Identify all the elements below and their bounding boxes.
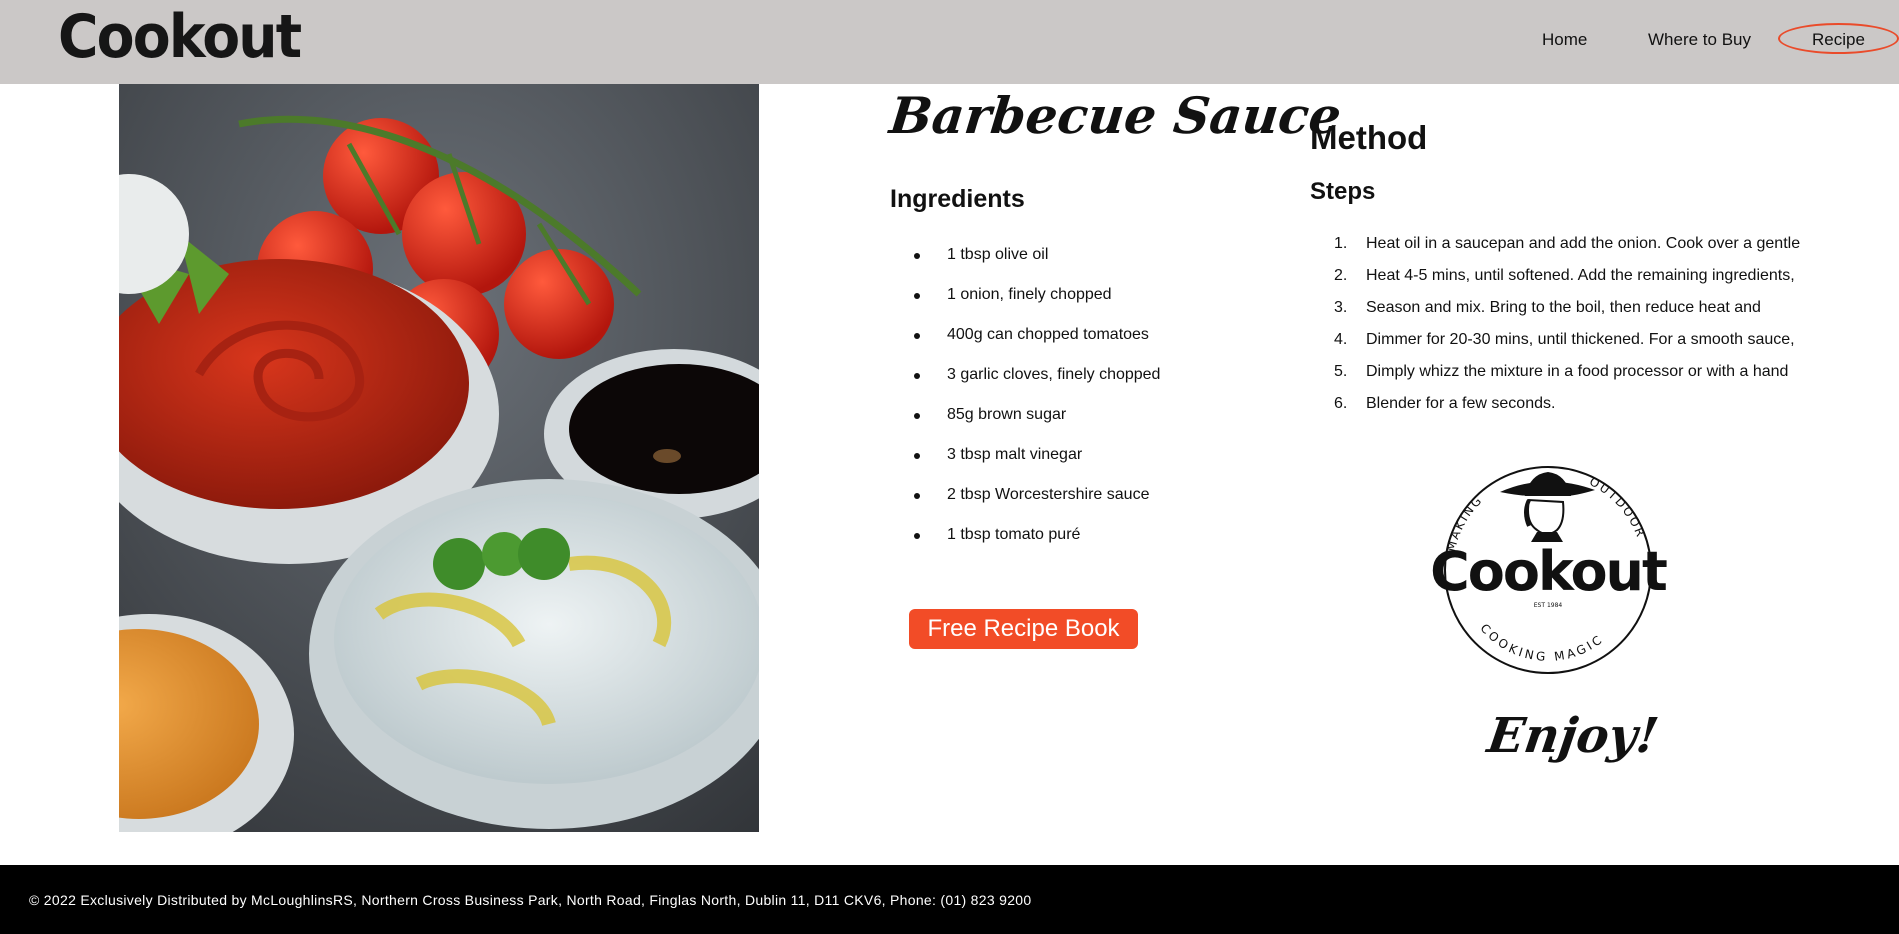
bullet-icon — [914, 373, 920, 379]
step-item: 4. Dimmer for 20-30 mins, until thickened… — [1334, 331, 1795, 348]
cookout-badge-logo: MAKING OUTDOOR Cookout EST 1984 COOKING … — [1430, 466, 1669, 674]
free-recipe-book-button[interactable]: Free Recipe Book — [909, 609, 1138, 649]
bullet-icon — [914, 533, 920, 539]
bullet-icon — [914, 253, 920, 259]
ingredient-item: 1 tbsp olive oil — [890, 240, 1160, 280]
nav-where-to-buy-link[interactable]: Where to Buy — [1648, 30, 1751, 50]
nav-recipe-link[interactable]: Recipe — [1778, 23, 1899, 54]
logo-arc-outdoor: OUTDOOR — [1587, 474, 1648, 540]
site-header: Cookout Home Where to Buy Recipe — [0, 0, 1899, 84]
ingredient-item: 85g brown sugar — [890, 400, 1160, 440]
sauces-photo — [119, 84, 759, 832]
step-item: 6. Blender for a few seconds. — [1334, 395, 1556, 412]
nav-home-link[interactable]: Home — [1542, 30, 1587, 50]
bullet-icon — [914, 453, 920, 459]
bullet-icon — [914, 293, 920, 299]
ingredient-item: 1 tbsp tomato puré — [890, 520, 1160, 560]
step-item: 3. Season and mix. Bring to the boil, the… — [1334, 299, 1761, 316]
ingredients-heading: Ingredients — [890, 185, 1025, 213]
enjoy-text: Enjoy! — [1484, 708, 1662, 764]
logo-arc-cooking-magic: COOKING MAGIC — [1477, 621, 1606, 664]
ingredient-item: 3 tbsp malt vinegar — [890, 440, 1160, 480]
logo-wordmark: Cookout — [1430, 540, 1667, 603]
sauces-illustration — [119, 84, 759, 832]
steps-heading: Steps — [1310, 178, 1376, 205]
site-footer: © 2022 Exclusively Distributed by McLoug… — [0, 865, 1899, 934]
bullet-icon — [914, 413, 920, 419]
footer-copyright: © 2022 Exclusively Distributed by McLoug… — [29, 892, 1032, 908]
main-nav: Home Where to Buy Recipe — [0, 0, 1899, 84]
step-item: 5. Dimply whizz the mixture in a food pro… — [1334, 363, 1789, 380]
ingredients-list: 1 tbsp olive oil 1 onion, finely chopped… — [890, 240, 1160, 560]
bullet-icon — [914, 333, 920, 339]
ingredient-item: 2 tbsp Worcestershire sauce — [890, 480, 1160, 520]
ingredient-item: 1 onion, finely chopped — [890, 280, 1160, 320]
recipe-title: Barbecue Sauce — [886, 86, 1345, 145]
steps-list: 1. Heat oil in a saucepan and add the oni… — [1310, 228, 1800, 420]
ingredient-item: 3 garlic cloves, finely chopped — [890, 360, 1160, 400]
step-item: 2. Heat 4-5 mins, until softened. Add the… — [1334, 267, 1795, 284]
logo-est: EST 1984 — [1534, 602, 1563, 609]
step-item: 1. Heat oil in a saucepan and add the oni… — [1334, 235, 1801, 252]
ingredient-item: 400g can chopped tomatoes — [890, 320, 1160, 360]
bullet-icon — [914, 493, 920, 499]
method-heading: Method — [1310, 119, 1428, 156]
